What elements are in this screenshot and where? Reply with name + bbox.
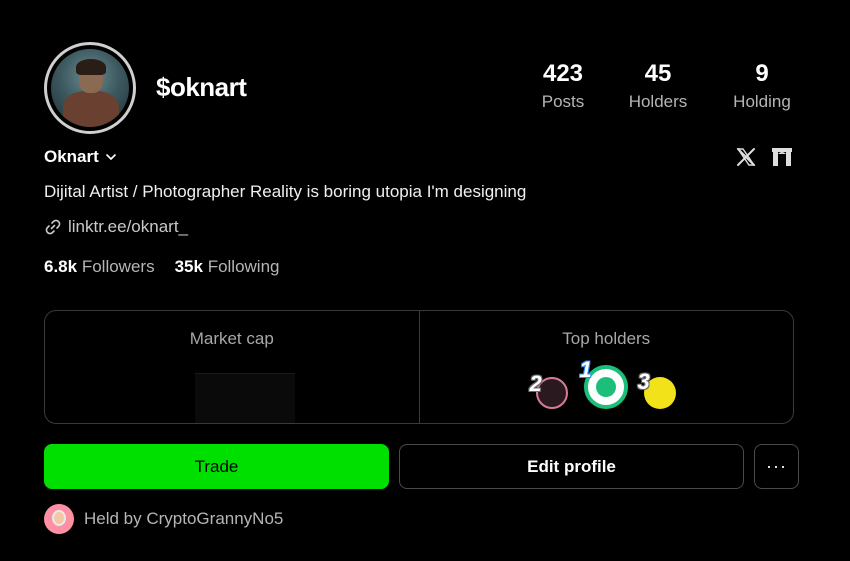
market-cap-section: Market cap xyxy=(45,311,419,423)
stat-posts-label: Posts xyxy=(541,92,585,111)
more-options-button[interactable]: ··· xyxy=(754,444,799,489)
x-icon[interactable] xyxy=(735,146,757,168)
stat-posts-value: 423 xyxy=(542,60,584,87)
followers-count: 6.8k xyxy=(44,257,78,276)
following[interactable]: 35k Following xyxy=(175,257,280,277)
held-by-avatar xyxy=(44,504,74,534)
top-holders-section: Top holders 2 1 3 xyxy=(418,311,794,423)
profile-name: Oknart xyxy=(44,147,99,166)
holder-rank-3: 3 xyxy=(637,369,650,394)
link-icon xyxy=(45,219,61,235)
avatar-photo xyxy=(51,49,129,127)
following-count: 35k xyxy=(174,257,203,276)
stat-holders-label: Holders xyxy=(628,92,688,111)
top-holders-list: 2 1 3 xyxy=(420,357,794,413)
market-panel: Market cap Top holders 2 1 3 xyxy=(44,310,794,424)
name-dropdown[interactable]: Oknart xyxy=(44,147,117,167)
stat-holding[interactable]: 9 Holding xyxy=(724,60,800,112)
profile-link-text: linktr.ee/oknart_ xyxy=(68,217,189,236)
edit-profile-button[interactable]: Edit profile xyxy=(399,444,744,489)
stat-holding-value: 9 xyxy=(755,60,769,87)
holder-rank-1: 1 xyxy=(579,357,592,382)
chevron-down-icon xyxy=(105,154,116,161)
stat-posts[interactable]: 423 Posts xyxy=(530,60,596,112)
market-cap-label: Market cap xyxy=(189,329,274,348)
stat-holding-label: Holding xyxy=(733,92,791,111)
profile-handle: $oknart xyxy=(156,72,247,102)
held-by-text: Held by CryptoGrannyNo5 xyxy=(84,509,284,528)
profile-link[interactable]: linktr.ee/oknart_ xyxy=(44,217,188,237)
follow-stats: 6.8k Followers 35k Following xyxy=(44,257,280,277)
followers[interactable]: 6.8k Followers xyxy=(44,257,155,277)
top-holders-label: Top holders xyxy=(562,329,651,348)
profile-avatar[interactable] xyxy=(44,42,136,134)
gate-icon[interactable] xyxy=(771,146,793,168)
profile-bio: Dijital Artist / Photographer Reality is… xyxy=(44,182,527,201)
followers-label: Followers xyxy=(81,257,155,276)
stat-holders-value: 45 xyxy=(644,60,672,87)
trade-button[interactable]: Trade xyxy=(44,444,389,489)
following-label: Following xyxy=(207,257,280,276)
held-by[interactable]: Held by CryptoGrannyNo5 xyxy=(44,504,283,534)
holder-rank-2: 2 xyxy=(529,371,542,396)
market-cap-chart xyxy=(195,373,295,423)
stat-holders[interactable]: 45 Holders xyxy=(620,60,696,112)
